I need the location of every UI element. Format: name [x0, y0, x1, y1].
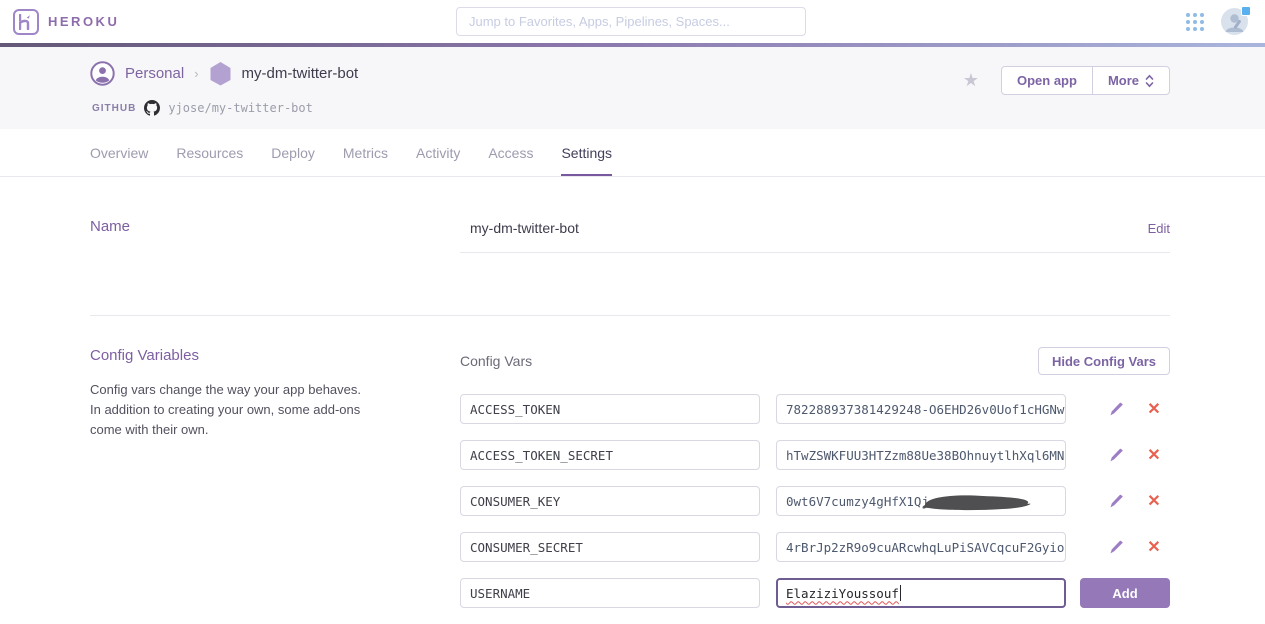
tab-deploy[interactable]: Deploy: [271, 129, 315, 176]
tab-metrics[interactable]: Metrics: [343, 129, 388, 176]
var-value-field[interactable]: hTwZSWKFUU3HTZzm88Ue38BOhnuytlhXql6MN8: [776, 440, 1066, 470]
config-var-row: ACCESS_TOKEN 782288937381429248-O6EHD26v…: [460, 394, 1170, 424]
new-var-value-input[interactable]: ElaziziYoussouf: [776, 578, 1066, 608]
var-key-field[interactable]: ACCESS_TOKEN_SECRET: [460, 440, 760, 470]
apps-grid-icon[interactable]: [1186, 13, 1204, 31]
notification-badge: [1241, 6, 1251, 16]
app-hexagon-icon: [209, 61, 232, 86]
delete-var-x-icon[interactable]: ✕: [1145, 538, 1163, 556]
edit-var-pencil-icon[interactable]: [1108, 446, 1126, 464]
heroku-logo-icon: [13, 9, 39, 35]
breadcrumb-separator: ›: [194, 66, 198, 81]
var-value-field[interactable]: 782288937381429248-O6EHD26v0Uof1cHGNwZ: [776, 394, 1066, 424]
config-section-title: Config Variables: [90, 347, 460, 364]
config-vars-panel-title: Config Vars: [460, 353, 532, 369]
typed-value-text: ElaziziYoussouf: [786, 586, 899, 601]
app-name-value: my-dm-twitter-bot: [470, 220, 579, 236]
edit-var-pencil-icon[interactable]: [1108, 538, 1126, 556]
app-actions-group: Open app More: [1001, 66, 1170, 95]
section-divider: [90, 315, 1170, 316]
brand-name: HEROKU: [48, 14, 119, 29]
tab-activity[interactable]: Activity: [416, 129, 460, 176]
hide-config-vars-button[interactable]: Hide Config Vars: [1038, 347, 1170, 375]
config-var-row: ACCESS_TOKEN_SECRET hTwZSWKFUU3HTZzm88Ue…: [460, 440, 1170, 470]
edit-var-pencil-icon[interactable]: [1108, 492, 1126, 510]
github-link-row: GITHUB yjose/my-twitter-bot: [92, 100, 358, 116]
var-value-field[interactable]: 0wt6V7cumzy4gHfX1Qj: [776, 486, 1066, 516]
add-var-button[interactable]: Add: [1080, 578, 1170, 608]
heroku-brand[interactable]: HEROKU: [0, 9, 119, 35]
name-section-title: Name: [90, 218, 460, 235]
delete-var-x-icon[interactable]: ✕: [1145, 446, 1163, 464]
breadcrumb: Personal › my-dm-twitter-bot: [90, 61, 358, 86]
tab-settings[interactable]: Settings: [561, 129, 612, 176]
app-name-row: my-dm-twitter-bot Edit: [460, 218, 1170, 253]
breadcrumb-owner[interactable]: Personal: [125, 65, 184, 82]
tab-overview[interactable]: Overview: [90, 129, 148, 176]
open-app-button[interactable]: Open app: [1002, 67, 1092, 94]
new-config-var-row: USERNAME ElaziziYoussouf Add: [460, 578, 1170, 608]
chevrons-up-down-icon: [1145, 74, 1154, 88]
config-section-description: Config vars change the way your app beha…: [90, 380, 365, 440]
config-var-row: CONSUMER_KEY 0wt6V7cumzy4gHfX1Qj ✕: [460, 486, 1170, 516]
app-header: Personal › my-dm-twitter-bot GITHUB yjos…: [0, 47, 1265, 129]
redaction-scribble: [919, 492, 1037, 512]
var-key-field[interactable]: CONSUMER_SECRET: [460, 532, 760, 562]
user-avatar[interactable]: [1221, 8, 1248, 35]
var-value-field[interactable]: 4rBrJp2zR9o9cuARcwhqLuPiSAVCqcuF2Gyion: [776, 532, 1066, 562]
github-octocat-icon: [144, 100, 160, 116]
var-value-text: 0wt6V7cumzy4gHfX1Qj: [786, 494, 929, 509]
var-key-field[interactable]: CONSUMER_KEY: [460, 486, 760, 516]
config-vars-section: Config Variables Config vars change the …: [0, 347, 1265, 624]
tab-resources[interactable]: Resources: [176, 129, 243, 176]
tab-access[interactable]: Access: [488, 129, 533, 176]
name-section: Name my-dm-twitter-bot Edit: [0, 177, 1265, 253]
github-label: GITHUB: [92, 103, 136, 114]
text-caret: [900, 585, 901, 601]
more-button[interactable]: More: [1092, 67, 1169, 94]
top-navbar: HEROKU: [0, 0, 1265, 43]
search-input[interactable]: [456, 7, 806, 36]
new-var-key-input[interactable]: USERNAME: [460, 578, 760, 608]
breadcrumb-app-name: my-dm-twitter-bot: [242, 65, 359, 82]
edit-name-link[interactable]: Edit: [1148, 221, 1170, 236]
delete-var-x-icon[interactable]: ✕: [1145, 400, 1163, 418]
favorite-star-icon[interactable]: ★: [963, 66, 979, 94]
github-repo-link[interactable]: yjose/my-twitter-bot: [168, 101, 313, 115]
delete-var-x-icon[interactable]: ✕: [1145, 492, 1163, 510]
personal-account-icon: [90, 61, 115, 86]
var-key-field[interactable]: ACCESS_TOKEN: [460, 394, 760, 424]
more-button-label: More: [1108, 73, 1139, 88]
edit-var-pencil-icon[interactable]: [1108, 400, 1126, 418]
config-var-row: CONSUMER_SECRET 4rBrJp2zR9o9cuARcwhqLuPi…: [460, 532, 1170, 562]
app-tabs: Overview Resources Deploy Metrics Activi…: [0, 129, 1265, 177]
